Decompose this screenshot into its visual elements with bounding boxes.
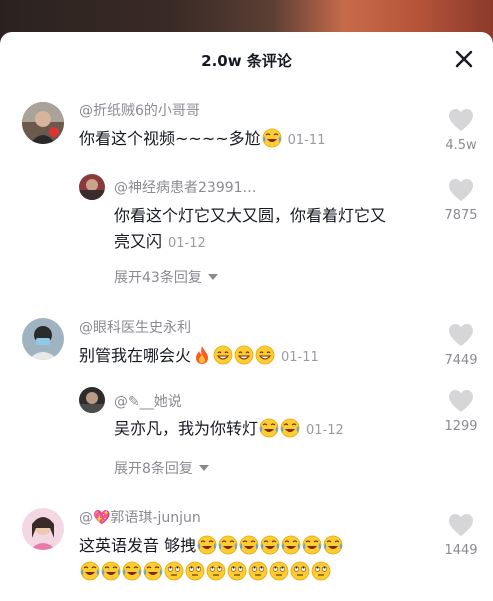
eye-roll-emoji bbox=[311, 561, 331, 581]
comment-username[interactable]: @眼科医生史永利 bbox=[79, 317, 191, 337]
eye-roll-emoji bbox=[227, 561, 247, 581]
like-count: 7449 bbox=[444, 353, 478, 368]
comment-username[interactable]: @💖郭语琪-junjun bbox=[79, 507, 201, 527]
comment-text: 别管我在哪会火 01-11 bbox=[79, 343, 319, 371]
close-button[interactable] bbox=[451, 46, 477, 72]
expand-replies-button[interactable]: 展开8条回复 bbox=[114, 458, 209, 478]
close-icon bbox=[455, 50, 473, 68]
tears-of-joy-emoji bbox=[323, 535, 343, 555]
tears-of-joy-emoji bbox=[280, 418, 300, 438]
comment-body: 这英语发音 够拽 bbox=[79, 536, 197, 555]
grin-emoji bbox=[234, 345, 254, 365]
avatar[interactable] bbox=[22, 318, 64, 360]
comment-body: 别管我在哪会火 bbox=[79, 346, 192, 365]
reply-username[interactable]: @神经病患者23991… bbox=[114, 177, 257, 197]
eye-roll-emoji bbox=[164, 561, 184, 581]
reply-text: 吴亦凡，我为你转灯 01-12 bbox=[114, 416, 344, 444]
tears-of-joy-emoji bbox=[302, 535, 322, 555]
reply-body-line2: 亮又闪 bbox=[114, 232, 163, 251]
reply-body-line1: 你看这个灯它又大又圆，你看着灯它又 bbox=[114, 206, 387, 225]
avatar[interactable] bbox=[22, 102, 64, 144]
reply-like-button[interactable]: 7875 bbox=[439, 178, 483, 223]
caret-down-icon bbox=[198, 465, 209, 471]
tears-of-joy-emoji bbox=[262, 128, 282, 148]
tears-of-joy-emoji bbox=[101, 561, 121, 581]
like-count: 7875 bbox=[444, 208, 478, 223]
comment-text: 你看这个视频~~~~多尬 01-11 bbox=[79, 126, 325, 154]
tears-of-joy-emoji bbox=[143, 561, 163, 581]
heart-icon bbox=[448, 323, 474, 347]
comment-date: 01-11 bbox=[281, 350, 319, 365]
reply-body: 吴亦凡，我为你转灯 bbox=[114, 419, 259, 438]
sheet-header: 2.0w 条评论 bbox=[0, 32, 493, 86]
heart-icon bbox=[448, 389, 474, 413]
grin-emoji bbox=[255, 345, 275, 365]
tears-of-joy-emoji bbox=[239, 535, 259, 555]
tears-of-joy-emoji bbox=[260, 535, 280, 555]
comment-body: 你看这个视频~~~~多尬 bbox=[79, 129, 261, 148]
tears-of-joy-emoji bbox=[281, 535, 301, 555]
fire-emoji bbox=[192, 345, 212, 365]
tears-of-joy-emoji bbox=[122, 561, 142, 581]
reply-date: 01-12 bbox=[168, 236, 206, 251]
like-button[interactable]: 4.5w bbox=[439, 108, 483, 153]
expand-replies-button[interactable]: 展开43条回复 bbox=[114, 267, 218, 287]
tears-of-joy-emoji bbox=[80, 561, 100, 581]
reply-username[interactable]: @✎__她说 bbox=[114, 391, 182, 411]
like-count: 1449 bbox=[444, 543, 478, 558]
eye-roll-emoji bbox=[290, 561, 310, 581]
heart-icon bbox=[448, 108, 474, 132]
eye-roll-emoji bbox=[185, 561, 205, 581]
reply-avatar[interactable] bbox=[79, 387, 105, 413]
grin-emoji bbox=[213, 345, 233, 365]
eye-roll-emoji bbox=[206, 561, 226, 581]
comment-date: 01-11 bbox=[287, 133, 326, 148]
expand-replies-label: 展开8条回复 bbox=[114, 461, 193, 477]
comment-count-title: 2.0w 条评论 bbox=[201, 52, 292, 70]
eye-roll-emoji bbox=[269, 561, 289, 581]
reply-text: 你看这个灯它又大又圆，你看着灯它又 亮又闪 01-12 bbox=[114, 203, 444, 257]
tears-of-joy-emoji bbox=[218, 535, 238, 555]
heart-icon bbox=[448, 178, 474, 202]
expand-replies-label: 展开43条回复 bbox=[114, 270, 202, 286]
avatar[interactable] bbox=[22, 508, 64, 550]
tears-of-joy-emoji bbox=[197, 535, 217, 555]
eye-roll-emoji bbox=[248, 561, 268, 581]
comments-sheet: 2.0w 条评论 @折纸贼6的小哥哥 你看这个视频~~~~多尬 01-11 4.5… bbox=[0, 32, 493, 601]
caret-down-icon bbox=[207, 274, 218, 280]
comment-text: 这英语发音 够拽 bbox=[79, 533, 409, 585]
tears-of-joy-emoji bbox=[259, 418, 279, 438]
reply-avatar[interactable] bbox=[79, 174, 105, 200]
like-button[interactable]: 1449 bbox=[439, 513, 483, 558]
comment-username[interactable]: @折纸贼6的小哥哥 bbox=[79, 100, 200, 120]
reply-date: 01-12 bbox=[306, 423, 344, 438]
heart-icon bbox=[448, 513, 474, 537]
like-button[interactable]: 7449 bbox=[439, 323, 483, 368]
like-count: 1299 bbox=[444, 419, 478, 434]
reply-like-button[interactable]: 1299 bbox=[439, 389, 483, 434]
like-count: 4.5w bbox=[445, 138, 477, 153]
